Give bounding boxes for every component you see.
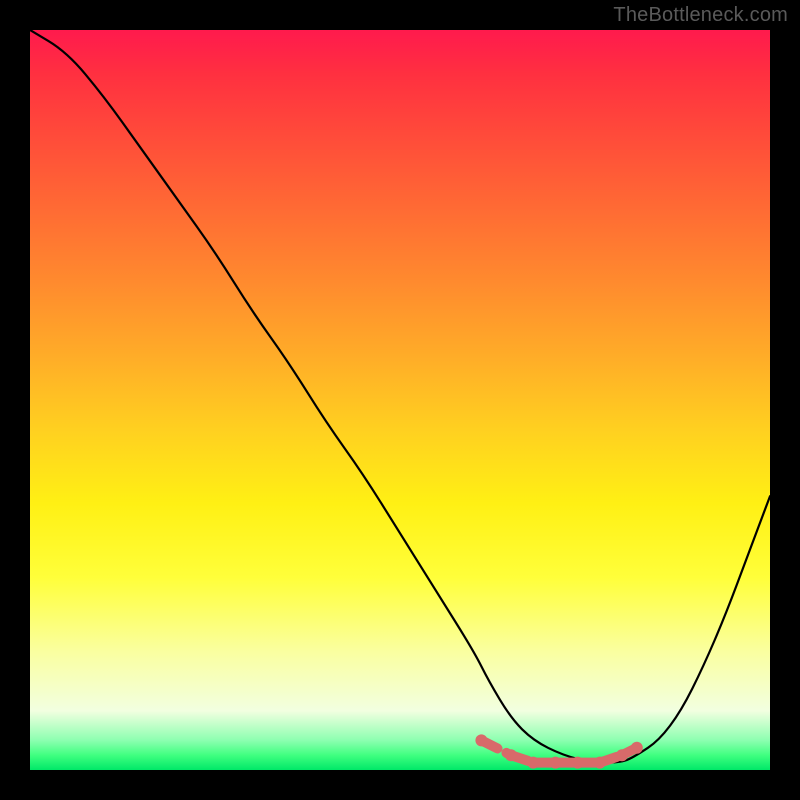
valley-marker-dot xyxy=(616,749,628,761)
bottleneck-curve-path xyxy=(30,30,770,763)
chart-frame: TheBottleneck.com xyxy=(0,0,800,800)
valley-marker-dot xyxy=(549,757,561,769)
attribution-text: TheBottleneck.com xyxy=(613,4,788,27)
valley-marker-dot xyxy=(631,742,643,754)
valley-marker-dot xyxy=(527,757,539,769)
valley-marker-dot xyxy=(594,757,606,769)
plot-area xyxy=(30,30,770,770)
valley-markers-group xyxy=(475,734,642,768)
valley-marker-dot xyxy=(475,734,487,746)
curve-svg xyxy=(30,30,770,770)
valley-marker-dot xyxy=(572,757,584,769)
valley-marker-dot xyxy=(505,749,517,761)
